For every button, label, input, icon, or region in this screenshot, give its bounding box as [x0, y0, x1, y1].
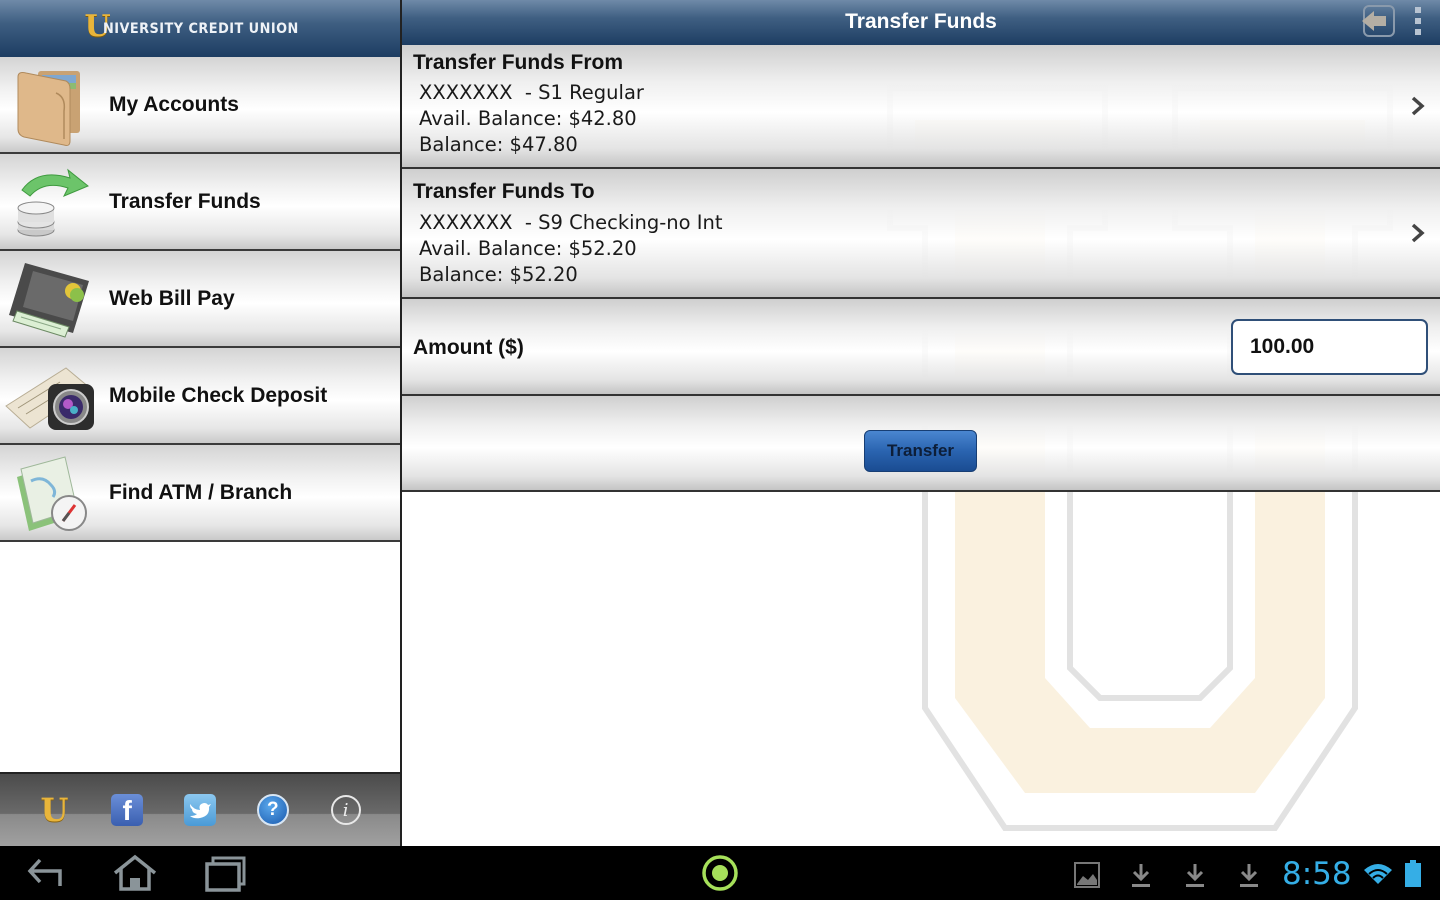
transfer-coins-icon — [0, 157, 100, 247]
overflow-menu-icon[interactable] — [1410, 5, 1426, 37]
help-glyph: ? — [266, 799, 279, 820]
facebook-icon[interactable]: f — [109, 792, 145, 828]
status-clock: 8:58 — [1282, 856, 1352, 892]
page-title: Transfer Funds — [845, 10, 997, 33]
transfer-button-row: Transfer — [402, 396, 1440, 492]
amount-row: Amount ($) — [402, 299, 1440, 396]
amount-label: Amount ($) — [413, 336, 524, 359]
to-account-available-balance: Avail. Balance: $52.20 — [419, 237, 637, 260]
image-notification-icon[interactable] — [1074, 862, 1100, 900]
to-account-balance: Balance: $52.20 — [419, 263, 578, 286]
help-icon[interactable]: ? — [255, 792, 291, 828]
action-bar: Transfer Funds — [402, 0, 1440, 45]
app-launcher-icon[interactable] — [700, 853, 740, 891]
sidebar-item-my-accounts[interactable]: My Accounts — [0, 57, 400, 154]
recent-apps-icon[interactable] — [204, 854, 246, 892]
brand-logo: U NIVERSITY CREDIT UNION — [85, 9, 316, 46]
transfer-funds-panel: Transfer Funds Transfer Funds From XXXXX… — [402, 0, 1440, 846]
sidebar: U NIVERSITY CREDIT UNION My Accounts Tra… — [0, 0, 402, 846]
download-icon[interactable] — [1130, 862, 1152, 900]
back-icon[interactable] — [24, 854, 68, 892]
transfer-button[interactable]: Transfer — [864, 430, 977, 472]
exit-back-icon[interactable] — [1360, 4, 1396, 38]
chevron-right-icon — [1411, 223, 1425, 243]
university-u-glyph: U — [40, 791, 69, 829]
sidebar-item-label: My Accounts — [109, 92, 239, 116]
sidebar-item-transfer-funds[interactable]: Transfer Funds — [0, 154, 400, 251]
app-window: U NIVERSITY CREDIT UNION My Accounts Tra… — [0, 0, 1440, 846]
amount-input[interactable] — [1231, 319, 1428, 375]
sidebar-item-find-atm-branch[interactable]: Find ATM / Branch — [0, 445, 400, 542]
info-glyph: i — [342, 799, 349, 821]
system-navigation-bar — [0, 846, 1440, 900]
from-account-balance: Balance: $47.80 — [419, 133, 578, 156]
sidebar-item-label: Web Bill Pay — [109, 286, 235, 310]
wifi-icon — [1362, 862, 1394, 900]
camera-check-icon — [0, 351, 100, 441]
twitter-icon[interactable] — [182, 792, 218, 828]
sidebar-item-label: Mobile Check Deposit — [109, 383, 328, 407]
sidebar-bottom-toolbar: U f ? i — [0, 772, 400, 846]
sidebar-item-web-bill-pay[interactable]: Web Bill Pay — [0, 251, 400, 348]
from-account-selector[interactable]: Transfer Funds From XXXXXXX - S1 Regular… — [402, 45, 1440, 169]
sidebar-item-label: Transfer Funds — [109, 189, 261, 213]
from-account-heading: Transfer Funds From — [413, 51, 624, 74]
download-icon[interactable] — [1238, 862, 1260, 900]
chevron-right-icon — [1411, 96, 1425, 116]
sidebar-item-label: Find ATM / Branch — [109, 480, 293, 504]
sidebar-item-mobile-check-deposit[interactable]: Mobile Check Deposit — [0, 348, 400, 445]
facebook-glyph: f — [122, 795, 132, 826]
to-account-number: XXXXXXX - S9 Checking-no Int — [419, 211, 723, 234]
battery-icon — [1404, 860, 1422, 898]
info-icon[interactable]: i — [328, 792, 364, 828]
checkbook-icon — [0, 254, 100, 344]
sidebar-menu: My Accounts Transfer Funds Web Bill Pay … — [0, 57, 400, 542]
home-icon[interactable] — [112, 854, 158, 892]
university-logo-icon[interactable]: U — [36, 791, 72, 829]
from-account-number: XXXXXXX - S1 Regular — [419, 81, 644, 104]
brand-name: NIVERSITY CREDIT UNION — [102, 20, 299, 37]
brand-header: U NIVERSITY CREDIT UNION — [0, 0, 400, 57]
to-account-heading: Transfer Funds To — [413, 180, 595, 203]
wallet-icon — [0, 60, 100, 150]
to-account-selector[interactable]: Transfer Funds To XXXXXXX - S9 Checking-… — [402, 169, 1440, 299]
from-account-available-balance: Avail. Balance: $42.80 — [419, 107, 637, 130]
map-compass-icon — [0, 448, 100, 538]
download-icon[interactable] — [1184, 862, 1206, 900]
